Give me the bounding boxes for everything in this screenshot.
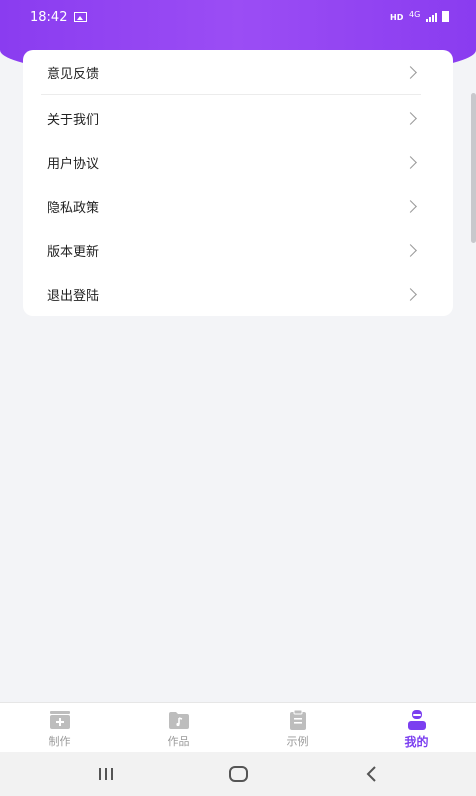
menu-item-label: 退出登陆 [47, 288, 100, 304]
hd-indicator: HD [390, 13, 404, 22]
tab-make[interactable]: 制作 [0, 703, 119, 753]
tab-examples[interactable]: 示例 [238, 703, 357, 753]
battery-icon [442, 11, 449, 22]
system-nav-bar [0, 752, 476, 796]
menu-item-label: 关于我们 [47, 112, 100, 128]
chevron-right-icon [404, 243, 417, 257]
chevron-right-icon [404, 65, 417, 79]
recent-apps-icon[interactable] [91, 762, 121, 786]
back-icon[interactable] [357, 762, 387, 786]
tab-label: 示例 [286, 735, 309, 748]
menu-item-label: 隐私政策 [47, 200, 100, 216]
chevron-right-icon [404, 155, 417, 169]
divider [41, 94, 421, 95]
folder-icon [168, 712, 189, 729]
menu-item-user-agreement[interactable]: 用户协议 [23, 140, 453, 184]
menu-item-privacy-policy[interactable]: 隐私政策 [23, 184, 453, 228]
signal-icon [426, 13, 438, 22]
chevron-right-icon [404, 111, 417, 125]
bottom-tab-bar: 制作 作品 示例 我的 [0, 702, 476, 752]
menu-item-logout[interactable]: 退出登陆 [23, 272, 453, 316]
network-type: 4G [409, 10, 421, 19]
menu-item-label: 用户协议 [47, 156, 100, 172]
chevron-right-icon [404, 199, 417, 213]
settings-menu-card: 意见反馈 关于我们 用户协议 隐私政策 版本更新 退出登陆 [23, 50, 453, 316]
menu-item-version-update[interactable]: 版本更新 [23, 228, 453, 272]
tab-works[interactable]: 作品 [119, 703, 238, 753]
menu-item-label: 版本更新 [47, 244, 100, 260]
menu-item-label: 意见反馈 [47, 66, 100, 82]
add-media-icon [49, 711, 70, 729]
tab-label: 作品 [167, 735, 190, 748]
status-bar: 18:42 HD 4G [0, 0, 476, 34]
tab-mine[interactable]: 我的 [357, 703, 476, 753]
home-icon[interactable] [224, 762, 254, 786]
status-time: 18:42 [30, 10, 68, 25]
menu-item-about-us[interactable]: 关于我们 [23, 96, 453, 140]
image-notification-icon [74, 12, 87, 22]
menu-item-feedback[interactable]: 意见反馈 [23, 50, 453, 95]
tab-label: 我的 [404, 735, 429, 749]
user-icon [407, 710, 426, 730]
chevron-right-icon [404, 287, 417, 301]
tab-label: 制作 [48, 735, 71, 748]
scrollbar[interactable] [471, 93, 476, 243]
clipboard-icon [289, 710, 306, 730]
